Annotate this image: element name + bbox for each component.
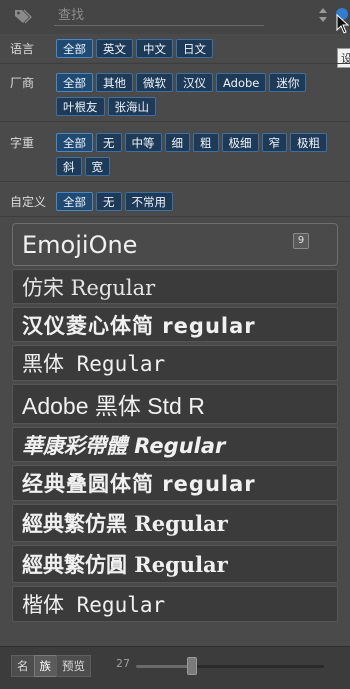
chip-language-japanese[interactable]: 日文 [176,39,213,58]
font-list: EmojiOne 9 仿宋 Regular 汉仪菱心体简 regular 黑体 … [12,223,338,625]
mode-family-button[interactable]: 族 [33,655,57,677]
chip-weight-none[interactable]: 无 [96,133,122,152]
chip-vendor-hanyi[interactable]: 汉仪 [176,73,213,92]
font-name: 经典叠圆体简 regular [22,472,256,496]
chip-weight-extralight[interactable]: 极细 [221,133,259,152]
filter-label: 语言 [10,42,35,56]
filter-label: 厂商 [10,76,35,90]
mode-preview-button[interactable]: 预览 [56,655,91,677]
chip-language-english[interactable]: 英文 [96,39,133,58]
chip-custom-all[interactable]: 全部 [56,192,93,211]
chip-weight-narrow[interactable]: 窄 [261,133,287,152]
chip-group-weight: 全部无中等细粗极细窄极粗斜宽 [56,132,346,180]
search-input[interactable] [54,5,264,26]
font-name: EmojiOne [22,230,138,259]
font-name: Adobe 黑体 Std R [22,393,205,419]
font-item[interactable]: 華康彩帶體 Regular [12,427,338,462]
chip-group-vendor: 全部 其他 微软 汉仪 Adobe 迷你叶根友 张海山 [56,72,346,120]
chip-weight-all[interactable]: 全部 [56,133,93,152]
font-size-value: 27 [116,657,130,670]
slider-thumb[interactable] [187,657,197,675]
mode-name-button[interactable]: 名 [11,655,35,677]
font-size-slider[interactable] [136,657,324,675]
font-name: 經典繁仿黑 Regular [22,511,228,536]
font-name: 汉仪菱心体简 regular [22,313,256,338]
divider [0,216,350,217]
chip-vendor-all[interactable]: 全部 [56,73,93,92]
chip-vendor-adobe[interactable]: Adobe [216,73,267,92]
chip-language-chinese[interactable]: 中文 [136,39,173,58]
chip-vendor-mini[interactable]: 迷你 [269,73,307,92]
font-item[interactable]: 汉仪菱心体简 regular [12,307,338,342]
chip-language-all[interactable]: 全部 [56,39,93,58]
chip-vendor-other[interactable]: 其他 [96,73,133,92]
chip-vendor-microsoft[interactable]: 微软 [136,73,173,92]
chip-custom-uncommon[interactable]: 不常用 [124,192,173,211]
font-item[interactable]: 經典繁仿黑 Regular [12,504,338,542]
font-item[interactable]: 黑体 Regular [12,345,338,381]
chip-vendor-zhanghaishan[interactable]: 张海山 [107,97,156,116]
cursor-icon [336,14,350,34]
filter-label: 自定义 [10,195,47,209]
chip-weight-extrabold[interactable]: 极粗 [290,133,327,152]
font-name: 黑体 Regular [22,352,166,376]
slider-fill [136,665,192,668]
chip-vendor-yegenyou[interactable]: 叶根友 [56,97,105,116]
chip-custom-none[interactable]: 无 [96,192,122,211]
chip-group-custom: 全部无不常用 [56,191,346,215]
chip-weight-italic[interactable]: 斜 [56,157,82,176]
chip-weight-wide[interactable]: 宽 [84,157,110,176]
view-mode-toggle: 名 族 预览 [11,655,91,677]
count-badge: 9 [293,233,309,249]
chip-weight-medium[interactable]: 中等 [124,133,162,152]
font-item[interactable]: 经典叠圆体简 regular [12,465,338,501]
divider [0,181,350,182]
top-bar [0,0,350,34]
bottom-bar: 名 族 预览 27 [0,646,350,689]
sort-icon[interactable] [318,7,328,23]
font-name: 仿宋 Regular [22,275,156,300]
divider [0,121,350,122]
font-item[interactable]: EmojiOne 9 [12,223,338,266]
font-item[interactable]: 楷体 Regular [12,586,338,622]
chip-weight-thin[interactable]: 细 [164,133,190,152]
font-item[interactable]: 仿宋 Regular [12,269,338,304]
tag-icon[interactable] [14,8,32,24]
chip-weight-bold[interactable]: 粗 [193,133,219,152]
filter-label: 字重 [10,136,35,150]
font-item[interactable]: 經典繁仿圓 Regular [12,545,338,583]
font-name: 經典繁仿圓 Regular [22,552,228,577]
font-name: 華康彩帶體 Regular [22,433,226,458]
font-name: 楷体 Regular [22,593,166,617]
divider [0,63,350,64]
font-item[interactable]: Adobe 黑体 Std R [12,384,338,424]
chip-group-language: 全部 英文 中文 日文 [56,38,346,62]
